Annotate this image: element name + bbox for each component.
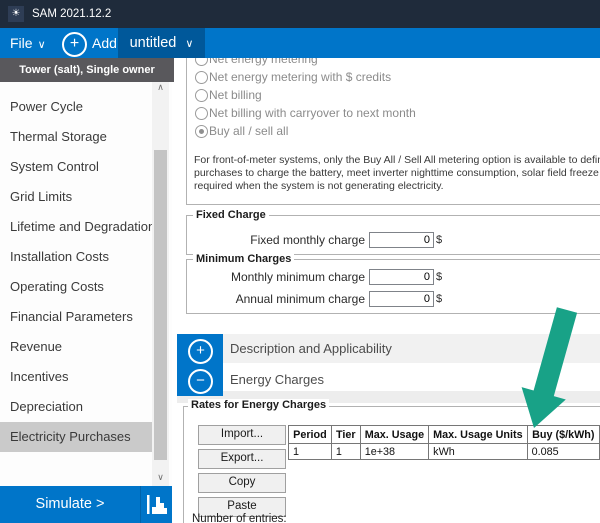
note-line: For front-of-meter systems, only the Buy… — [194, 154, 600, 167]
metering-note: For front-of-meter systems, only the Buy… — [194, 154, 600, 193]
sidebar-item-grid-limits[interactable]: Grid Limits — [0, 182, 162, 212]
sidebar-nav: Tower and Receiver Power Cycle Thermal S… — [0, 58, 172, 486]
sidebar-item-system-control[interactable]: System Control — [0, 152, 162, 182]
unit-label: $ — [436, 270, 442, 284]
table-row: 1 1 1e+38 kWh 0.085 — [289, 444, 600, 460]
export-button[interactable]: Export... — [198, 449, 286, 469]
scroll-up-icon[interactable]: ∧ — [152, 80, 169, 94]
sidebar-item-incentives[interactable]: Incentives — [0, 362, 162, 392]
sidebar-item-revenue[interactable]: Revenue — [0, 332, 162, 362]
group-title: Fixed Charge — [193, 209, 269, 221]
monthly-minimum-charge-label: Monthly minimum charge — [187, 270, 365, 284]
window-title: SAM 2021.12.2 — [32, 0, 111, 28]
divider — [140, 486, 141, 523]
file-menu[interactable]: File∨ — [10, 28, 46, 58]
add-button[interactable]: Add — [92, 28, 117, 58]
title-bar: ☀ SAM 2021.12.2 — [0, 0, 600, 28]
note-line: purchases to charge the battery, meet in… — [194, 167, 600, 180]
cell-tier[interactable]: 1 — [331, 444, 360, 460]
app-window: ☀ SAM 2021.12.2 File∨ + Add untitled ∨ T… — [0, 0, 600, 523]
app-sun-icon: ☀ — [8, 6, 24, 22]
group-title: Minimum Charges — [193, 253, 294, 265]
col-period: Period — [289, 426, 332, 444]
sidebar-item-thermal-storage[interactable]: Thermal Storage — [0, 122, 162, 152]
col-max-usage-units: Max. Usage Units — [429, 426, 527, 444]
fixed-monthly-charge-label: Fixed monthly charge — [187, 233, 365, 247]
sidebar-item-lifetime-and-degradation[interactable]: Lifetime and Degradation — [0, 212, 162, 242]
number-of-entries-label: Number of entries: — [192, 513, 287, 523]
radio-icon[interactable] — [195, 107, 208, 120]
rates-table: Period Tier Max. Usage Max. Usage Units … — [288, 425, 600, 460]
sidebar-item-power-cycle[interactable]: Power Cycle — [0, 92, 162, 122]
fixed-charge-group: Fixed Charge Fixed monthly charge $ — [186, 215, 600, 255]
config-tooltip: Tower (salt), Single owner — [0, 58, 174, 82]
copy-button[interactable]: Copy — [198, 473, 286, 493]
unit-label: $ — [436, 233, 442, 247]
chevron-down-icon: ∨ — [38, 39, 46, 51]
accordion-icon-strip: + − — [177, 334, 223, 396]
sidebar-scrollbar-thumb[interactable] — [154, 150, 167, 460]
note-line: required when the system is not generati… — [194, 180, 600, 193]
col-tier: Tier — [331, 426, 360, 444]
sidebar-item-electricity-purchases[interactable]: Electricity Purchases — [0, 422, 162, 452]
cell-period[interactable]: 1 — [289, 444, 332, 460]
col-buy-per-kwh: Buy ($/kWh) — [527, 426, 599, 444]
radio-icon[interactable] — [195, 71, 208, 84]
sidebar-item-installation-costs[interactable]: Installation Costs — [0, 242, 162, 272]
rates-group-title: Rates for Energy Charges — [188, 399, 329, 411]
simulate-button[interactable]: Simulate > — [0, 486, 140, 523]
table-header-row: Period Tier Max. Usage Max. Usage Units … — [289, 426, 600, 444]
radio-icon[interactable] — [195, 89, 208, 102]
scroll-down-icon[interactable]: ∨ — [152, 470, 169, 484]
chevron-down-icon: ∨ — [185, 38, 193, 50]
metering-options-box: Net energy metering Net energy metering … — [186, 40, 600, 205]
annual-minimum-charge-label: Annual minimum charge — [187, 292, 365, 306]
col-max-usage: Max. Usage — [360, 426, 428, 444]
accordion-label-energy-charges[interactable]: Energy Charges — [230, 372, 324, 387]
sidebar-item-operating-costs[interactable]: Operating Costs — [0, 272, 162, 302]
cell-buy[interactable]: 0.085 — [527, 444, 599, 460]
radio-selected-icon[interactable] — [195, 125, 208, 138]
cell-max-usage[interactable]: 1e+38 — [360, 444, 428, 460]
sidebar-item-financial-parameters[interactable]: Financial Parameters — [0, 302, 162, 332]
expand-plus-icon[interactable]: + — [188, 339, 213, 364]
add-plus-icon[interactable]: + — [62, 32, 87, 57]
minimum-charges-group: Minimum Charges Monthly minimum charge $… — [186, 259, 600, 314]
import-button[interactable]: Import... — [198, 425, 286, 445]
project-tab-untitled[interactable]: untitled ∨ — [118, 28, 205, 58]
annual-minimum-charge-input[interactable] — [369, 291, 434, 307]
cell-max-usage-units[interactable]: kWh — [429, 444, 527, 460]
fixed-monthly-charge-input[interactable] — [369, 232, 434, 248]
simulate-bar: Simulate > — [0, 486, 172, 523]
menu-bar: File∨ + Add untitled ∨ — [0, 28, 600, 58]
unit-label: $ — [436, 292, 442, 306]
sidebar-item-depreciation[interactable]: Depreciation — [0, 392, 162, 422]
accordion-label-description[interactable]: Description and Applicability — [230, 341, 392, 356]
collapse-minus-icon[interactable]: − — [188, 369, 213, 394]
histogram-chart-icon[interactable] — [146, 493, 168, 516]
monthly-minimum-charge-input[interactable] — [369, 269, 434, 285]
